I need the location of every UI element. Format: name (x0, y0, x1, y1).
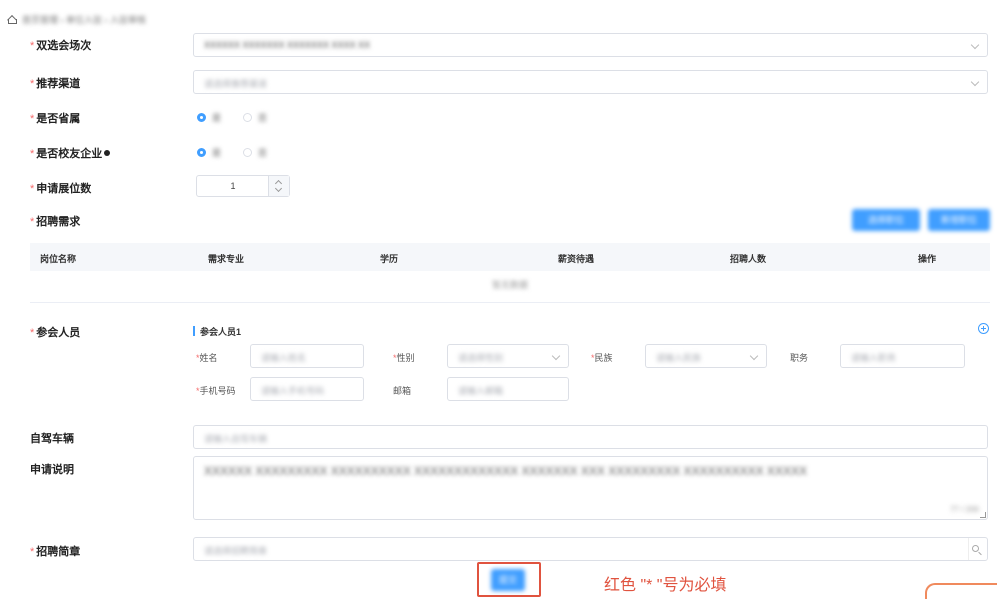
ethnicity-select[interactable]: 请输入民族 (645, 344, 767, 368)
table-empty-text: 暂无数据 (491, 280, 528, 290)
alumni-radio-yes[interactable]: 是 (197, 146, 221, 159)
job-title-label: 职务 (790, 353, 809, 363)
annotation-arrow (925, 583, 997, 599)
gender-select[interactable]: 请选择性别 (447, 344, 569, 368)
channel-label: * 推荐渠道 (30, 78, 81, 90)
phone-label: *手机号码 (196, 386, 236, 396)
new-position-button[interactable]: 新增职位 (928, 209, 990, 231)
col-position-name: 岗位名称 (40, 254, 77, 264)
local-radio-no[interactable]: 否 (243, 111, 267, 124)
col-headcount: 招聘人数 (730, 254, 767, 264)
desc-label: 申请说明 (30, 464, 74, 476)
desc-textarea[interactable]: XXXXXX XXXXXXXXX XXXXXXXXXX XXXXXXXXXXXX… (193, 456, 988, 520)
radio-unchecked-icon (243, 113, 252, 122)
channel-placeholder: 请选择推荐渠道 (204, 79, 268, 89)
annotation-text: 红色 "* "号为必填 (604, 577, 727, 594)
channel-select[interactable]: 请选择推荐渠道 (193, 70, 988, 94)
radio-checked-icon (197, 113, 206, 122)
col-actions: 操作 (918, 254, 937, 264)
desc-value: XXXXXX XXXXXXXXX XXXXXXXXXX XXXXXXXXXXXX… (204, 464, 807, 478)
chevron-down-icon[interactable] (274, 184, 283, 193)
resize-handle-icon[interactable] (980, 512, 986, 518)
session-label: * 双选会场次 (30, 40, 92, 52)
group-marker (193, 326, 195, 336)
job-title-input[interactable]: 请输入职务 (840, 344, 965, 368)
brochure-label: * 招聘简章 (30, 546, 81, 558)
name-input[interactable]: 请输入姓名 (250, 344, 364, 368)
phone-input[interactable]: 请输入手机号码 (250, 377, 364, 401)
chevron-down-icon (551, 351, 561, 361)
car-input[interactable]: 请输入自驾车辆 (193, 425, 988, 449)
chevron-down-icon (970, 77, 980, 87)
col-major: 需求专业 (208, 254, 245, 264)
radio-unchecked-icon (243, 148, 252, 157)
email-input[interactable]: 请输入邮箱 (447, 377, 569, 401)
gender-label: *性别 (393, 353, 415, 363)
col-education: 学历 (380, 254, 399, 264)
col-salary: 薪资待遇 (558, 254, 595, 264)
divider (968, 538, 969, 560)
session-select[interactable]: XXXXXX XXXXXXX XXXXXXX XXXX XX (193, 33, 988, 57)
booth-stepper[interactable]: 1 (196, 175, 290, 197)
local-label: * 是否省属 (30, 113, 81, 125)
attendees-label: * 参会人员 (30, 327, 81, 339)
radio-checked-icon (197, 148, 206, 157)
chevron-down-icon (749, 351, 759, 361)
search-icon[interactable] (972, 545, 979, 552)
chevron-down-icon (970, 40, 980, 50)
recruit-label: * 招聘需求 (30, 216, 81, 228)
breadcrumb-text[interactable]: 首页管理 › 单位入驻 › 入驻审核 (22, 13, 146, 26)
session-value: XXXXXX XXXXXXX XXXXXXX XXXX XX (204, 40, 371, 50)
email-label: 邮箱 (393, 386, 412, 396)
info-icon[interactable] (104, 150, 111, 156)
attendee-group-title: 参会人员1 (200, 327, 242, 337)
home-icon[interactable] (8, 16, 17, 24)
table-header: 岗位名称 需求专业 学历 薪资待遇 招聘人数 操作 (30, 243, 990, 271)
car-label: 自驾车辆 (30, 433, 74, 445)
alumni-radio-no[interactable]: 否 (243, 146, 267, 159)
brochure-select[interactable]: 请选择招聘简章 (193, 537, 988, 561)
add-attendee-icon[interactable] (978, 323, 989, 334)
select-position-button[interactable]: 选择职位 (852, 209, 920, 231)
submit-button[interactable]: 提交 (491, 569, 525, 591)
divider (30, 302, 990, 303)
ethnicity-label: *民族 (591, 353, 613, 363)
local-radio-yes[interactable]: 是 (197, 111, 221, 124)
booth-value[interactable]: 1 (197, 176, 269, 196)
booth-label: * 申请展位数 (30, 183, 92, 195)
alumni-label: * 是否校友企业 (30, 145, 111, 161)
char-counter: 77 / 200 (950, 505, 979, 514)
breadcrumb: 首页管理 › 单位入驻 › 入驻审核 (8, 13, 146, 26)
name-label: *姓名 (196, 353, 218, 363)
stepper-arrows[interactable] (268, 176, 289, 196)
